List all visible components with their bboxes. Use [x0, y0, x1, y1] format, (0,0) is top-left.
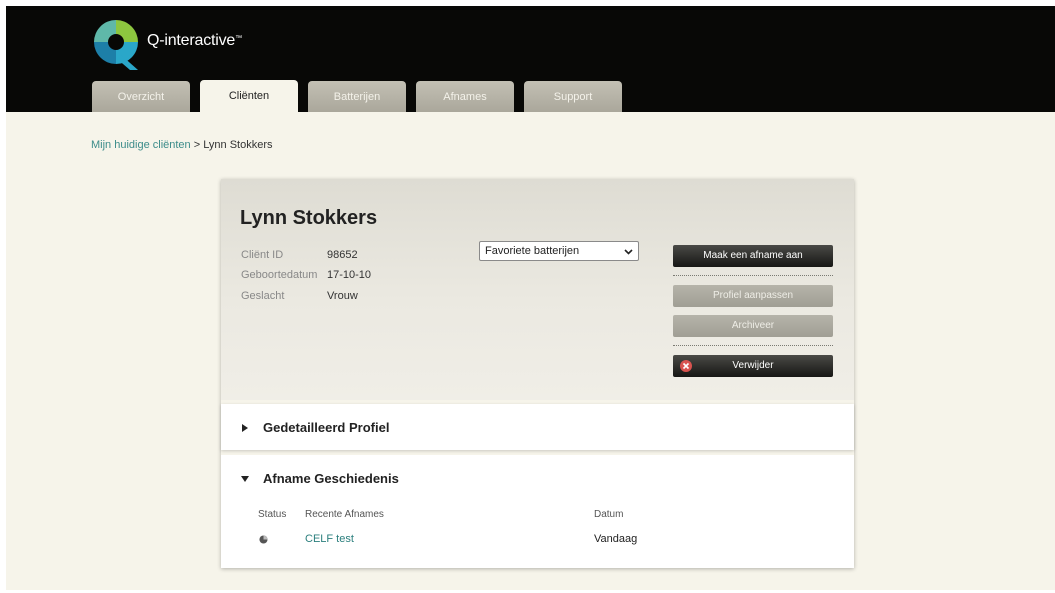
brand-name: Q-interactive™: [147, 32, 242, 49]
gender-label: Geslacht: [241, 290, 285, 302]
breadcrumb: Mijn huidige cliënten > Lynn Stokkers: [91, 139, 273, 151]
edit-profile-button[interactable]: Profiel aanpassen: [673, 285, 833, 307]
battery-select[interactable]: Favoriete batterijen: [479, 241, 639, 261]
expand-triangle-icon: [242, 424, 248, 432]
tab-afnames[interactable]: Afnames: [416, 81, 514, 112]
session-link-celf[interactable]: CELF test: [305, 533, 354, 545]
delete-button[interactable]: Verwijder: [673, 355, 833, 377]
divider: [673, 275, 833, 276]
create-session-button[interactable]: Maak een afname aan: [673, 245, 833, 267]
battery-select-value: Favoriete batterijen: [485, 245, 580, 257]
session-history-title[interactable]: Afname Geschiedenis: [263, 471, 399, 486]
tab-batterijen[interactable]: Batterijen: [308, 81, 406, 112]
tab-clienten[interactable]: Cliënten: [200, 80, 298, 112]
delete-x-icon: [680, 360, 692, 372]
breadcrumb-link-clients[interactable]: Mijn huidige cliënten: [91, 139, 191, 151]
q-logo-icon: [94, 20, 138, 70]
client-name: Lynn Stokkers: [240, 207, 378, 229]
client-card: Lynn Stokkers Cliënt ID 98652 Geboorteda…: [221, 179, 854, 568]
detailed-profile-section[interactable]: Gedetailleerd Profiel: [221, 404, 854, 450]
detailed-profile-title[interactable]: Gedetailleerd Profiel: [263, 420, 389, 435]
tab-support[interactable]: Support: [524, 81, 622, 112]
delete-button-label: Verwijder: [732, 360, 774, 371]
tab-overzicht[interactable]: Overzicht: [92, 81, 190, 112]
chevron-down-icon: [624, 249, 633, 255]
gender-value: Vrouw: [327, 290, 358, 302]
column-recent-sessions: Recente Afnames: [305, 509, 384, 520]
birthdate-label: Geboortedatum: [241, 269, 318, 281]
client-id-value: 98652: [327, 249, 358, 261]
top-bar: Q-interactive™ Overzicht Cliënten Batter…: [6, 6, 1055, 112]
client-summary-panel: Lynn Stokkers Cliënt ID 98652 Geboorteda…: [221, 179, 854, 400]
app-frame: Q-interactive™ Overzicht Cliënten Batter…: [6, 6, 1055, 590]
breadcrumb-current: Lynn Stokkers: [203, 139, 273, 151]
breadcrumb-separator: >: [190, 139, 204, 151]
divider: [673, 345, 833, 346]
birthdate-value: 17-10-10: [327, 269, 372, 281]
column-status: Status: [258, 509, 287, 520]
archive-button[interactable]: Archiveer: [673, 315, 833, 337]
client-id-label: Cliënt ID: [241, 249, 284, 261]
status-icon: [259, 535, 268, 544]
column-date: Datum: [594, 509, 624, 520]
session-date: Vandaag: [594, 533, 638, 545]
collapse-triangle-icon: [241, 476, 249, 482]
